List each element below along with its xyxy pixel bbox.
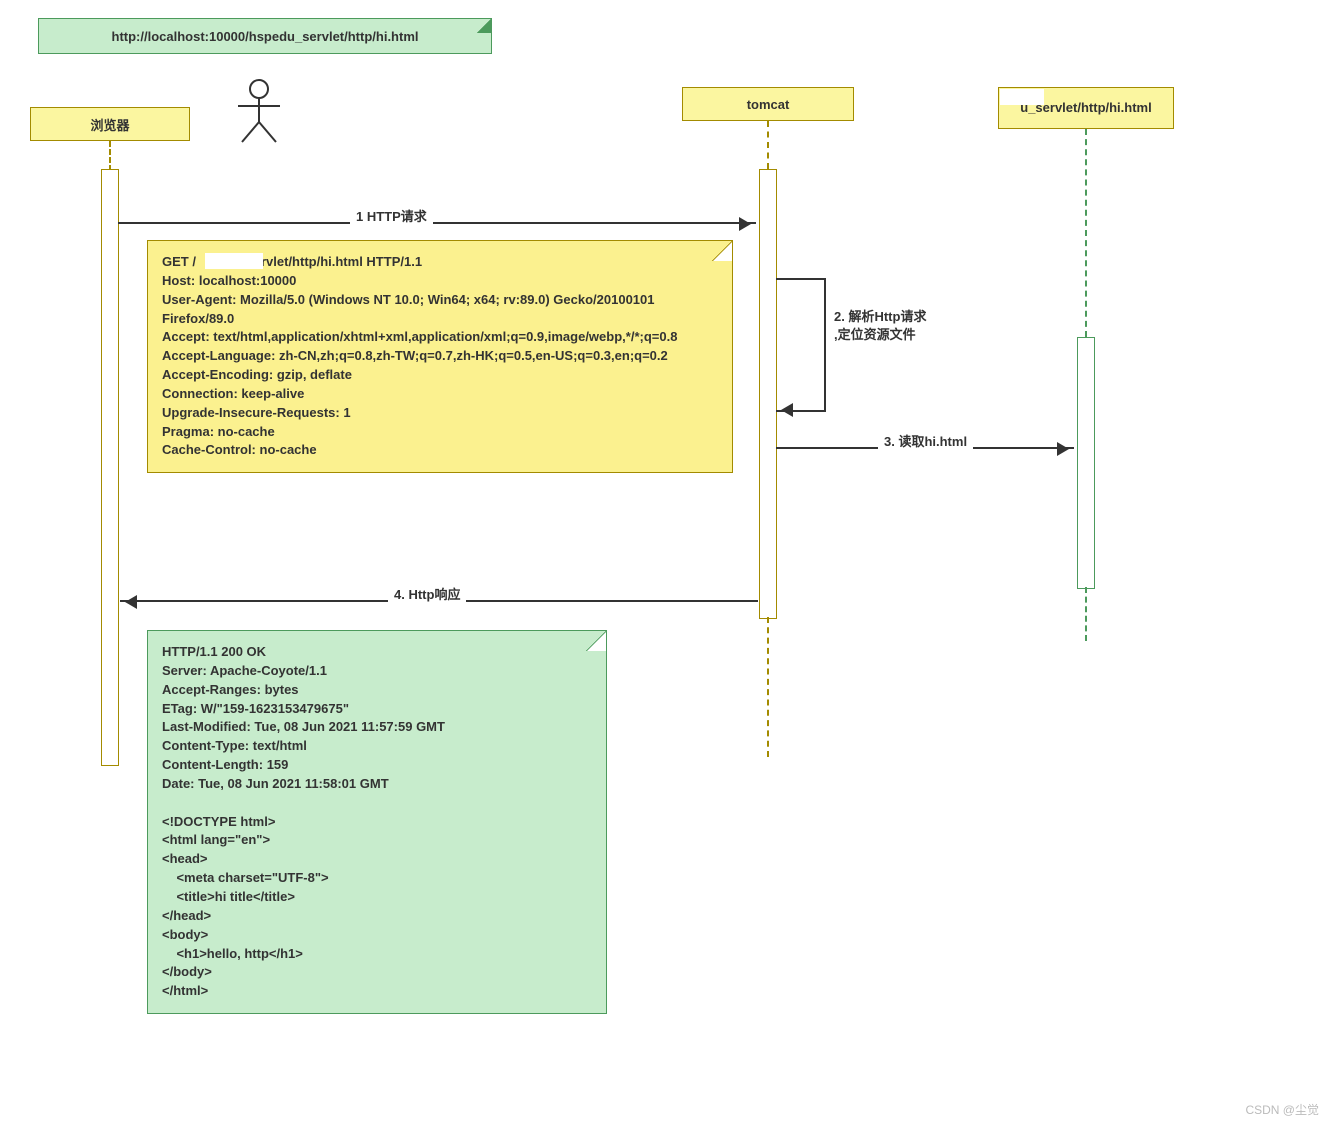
lifeline-tomcat-top: [767, 121, 769, 169]
lifeline-browser: [109, 141, 111, 171]
label-read-file: 3. 读取hi.html: [878, 431, 973, 450]
redaction-1: [205, 253, 263, 269]
lifeline-tomcat-bottom: [767, 617, 769, 757]
label-http-response: 4. Http响应: [388, 584, 466, 603]
participant-tomcat: tomcat: [682, 87, 854, 121]
lifeline-file-bottom: [1085, 587, 1087, 641]
activation-tomcat: [759, 169, 777, 619]
participant-file: u_servlet/http/hi.html: [998, 87, 1174, 129]
note-http-response: HTTP/1.1 200 OK Server: Apache-Coyote/1.…: [147, 630, 607, 1014]
participant-browser: 浏览器: [30, 107, 190, 141]
label-parse: 2. 解析Http请求 ,定位资源文件: [834, 308, 926, 344]
actor-icon: [232, 78, 286, 144]
activation-file: [1077, 337, 1095, 589]
sequence-diagram: http://localhost:10000/hspedu_servlet/ht…: [0, 0, 1337, 1128]
label-parse-line1: 2. 解析Http请求: [834, 308, 926, 326]
url-note: http://localhost:10000/hspedu_servlet/ht…: [38, 18, 492, 54]
label-http-request: 1 HTTP请求: [350, 206, 433, 225]
note-http-request: GET / _servlet/http/hi.html HTTP/1.1 Hos…: [147, 240, 733, 473]
lifeline-file-top: [1085, 129, 1087, 337]
label-parse-line2: ,定位资源文件: [834, 326, 926, 344]
activation-browser: [101, 169, 119, 766]
watermark: CSDN @尘觉: [1245, 1101, 1319, 1118]
arrow-http-request: [118, 222, 756, 224]
self-call-parse: [776, 278, 826, 412]
